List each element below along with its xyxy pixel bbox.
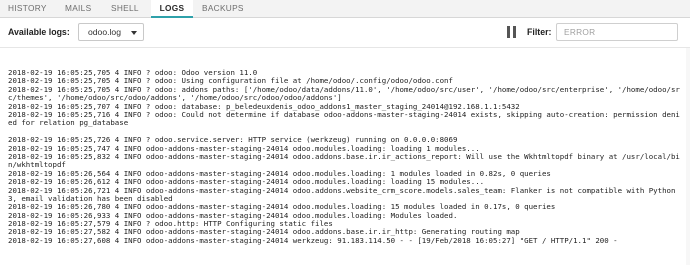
log-line: 2018-02-19 16:05:26,933 4 INFO odoo-addo…	[8, 211, 458, 220]
filter-label: Filter:	[527, 27, 552, 37]
tab-shell[interactable]: SHELL	[111, 0, 139, 17]
log-line: 2018-02-19 16:05:25,747 4 INFO odoo-addo…	[8, 144, 480, 153]
log-output[interactable]: 2018-02-19 16:05:25,705 4 INFO ? odoo: O…	[0, 48, 690, 265]
log-line: 2018-02-19 16:05:25,705 4 INFO ? odoo: U…	[8, 77, 453, 86]
tab-mails[interactable]: MAILS	[65, 0, 91, 17]
log-line: 2018-02-19 16:05:26,612 4 INFO odoo-addo…	[8, 178, 485, 187]
selected-log-value: odoo.log	[88, 27, 121, 37]
available-logs-label: Available logs:	[8, 27, 70, 37]
tab-history[interactable]: HISTORY	[8, 0, 47, 17]
log-file-select[interactable]: odoo.log	[78, 23, 144, 41]
logs-toolbar: Available logs: odoo.log Filter:	[0, 18, 690, 48]
filter-input[interactable]	[556, 23, 678, 41]
log-line: 2018-02-19 16:05:25,705 4 INFO ? odoo: a…	[8, 85, 680, 103]
log-line: 2018-02-19 16:05:25,726 4 INFO ? odoo.se…	[8, 136, 458, 145]
log-line: 2018-02-19 16:05:26,721 4 INFO odoo-addo…	[8, 186, 680, 203]
log-line: 2018-02-19 16:05:26,780 4 INFO odoo-addo…	[8, 203, 556, 212]
log-line: 2018-02-19 16:05:26,564 4 INFO odoo-addo…	[8, 169, 551, 178]
tab-logs[interactable]: LOGS	[151, 0, 193, 18]
log-line: 2018-02-19 16:05:25,707 4 INFO ? odoo: d…	[8, 102, 520, 111]
log-line: 2018-02-19 16:05:25,832 4 INFO odoo-addo…	[8, 152, 680, 170]
chevron-down-icon	[131, 31, 137, 35]
tab-bar: HISTORY MAILS SHELL LOGS BACKUPS	[0, 0, 690, 18]
log-line: 2018-02-19 16:05:25,705 4 INFO ? odoo: O…	[8, 69, 258, 77]
pause-icon[interactable]	[506, 26, 517, 38]
log-scrollbar[interactable]	[686, 48, 690, 265]
log-line: 2018-02-19 16:05:25,716 4 INFO ? odoo: C…	[8, 110, 680, 128]
log-line: 2018-02-19 16:05:27,579 4 INFO ? odoo.ht…	[8, 220, 333, 229]
log-line: 2018-02-19 16:05:27,582 4 INFO odoo-addo…	[8, 228, 520, 237]
log-line: 2018-02-19 16:05:27,608 4 INFO odoo-addo…	[8, 236, 618, 245]
tab-backups[interactable]: BACKUPS	[202, 0, 244, 17]
